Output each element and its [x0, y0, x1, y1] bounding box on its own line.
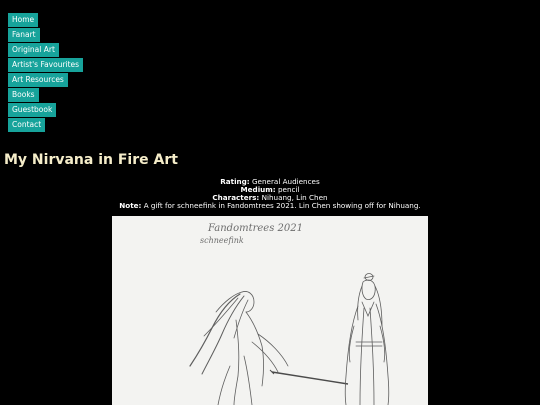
- note-value: A gift for schneefink in Fandomtrees 202…: [143, 201, 421, 210]
- site-navigation: Home Fanart Original Art Artist's Favour…: [8, 13, 84, 133]
- note-line: Note: A gift for schneefink in Fandomtre…: [0, 202, 540, 210]
- nav-artists-favourites-link[interactable]: Artist's Favourites: [8, 58, 84, 72]
- artwork-image[interactable]: Fandomtrees 2021 schneefink: [112, 216, 428, 405]
- sword-line: [271, 371, 349, 385]
- pencil-sketch: Fandomtrees 2021 schneefink: [189, 223, 390, 405]
- nav-home-link[interactable]: Home: [8, 13, 39, 27]
- nav-books-link[interactable]: Books: [8, 88, 39, 102]
- nav-original-art-link[interactable]: Original Art: [8, 43, 59, 57]
- right-figure-sketch: [344, 273, 390, 405]
- nav-fanart-link[interactable]: Fanart: [8, 28, 40, 42]
- inscription-line2: schneefink: [200, 236, 244, 245]
- left-figure-sketch: [189, 291, 289, 405]
- nav-art-resources-link[interactable]: Art Resources: [8, 73, 68, 87]
- nav-guestbook-link[interactable]: Guestbook: [8, 103, 57, 117]
- inscription-line1: Fandomtrees 2021: [207, 223, 303, 234]
- note-label: Note:: [119, 201, 142, 210]
- page-title: My Nirvana in Fire Art: [4, 152, 178, 168]
- nav-contact-link[interactable]: Contact: [8, 118, 46, 132]
- artwork-details: Rating: General Audiences Medium: pencil…: [0, 178, 540, 210]
